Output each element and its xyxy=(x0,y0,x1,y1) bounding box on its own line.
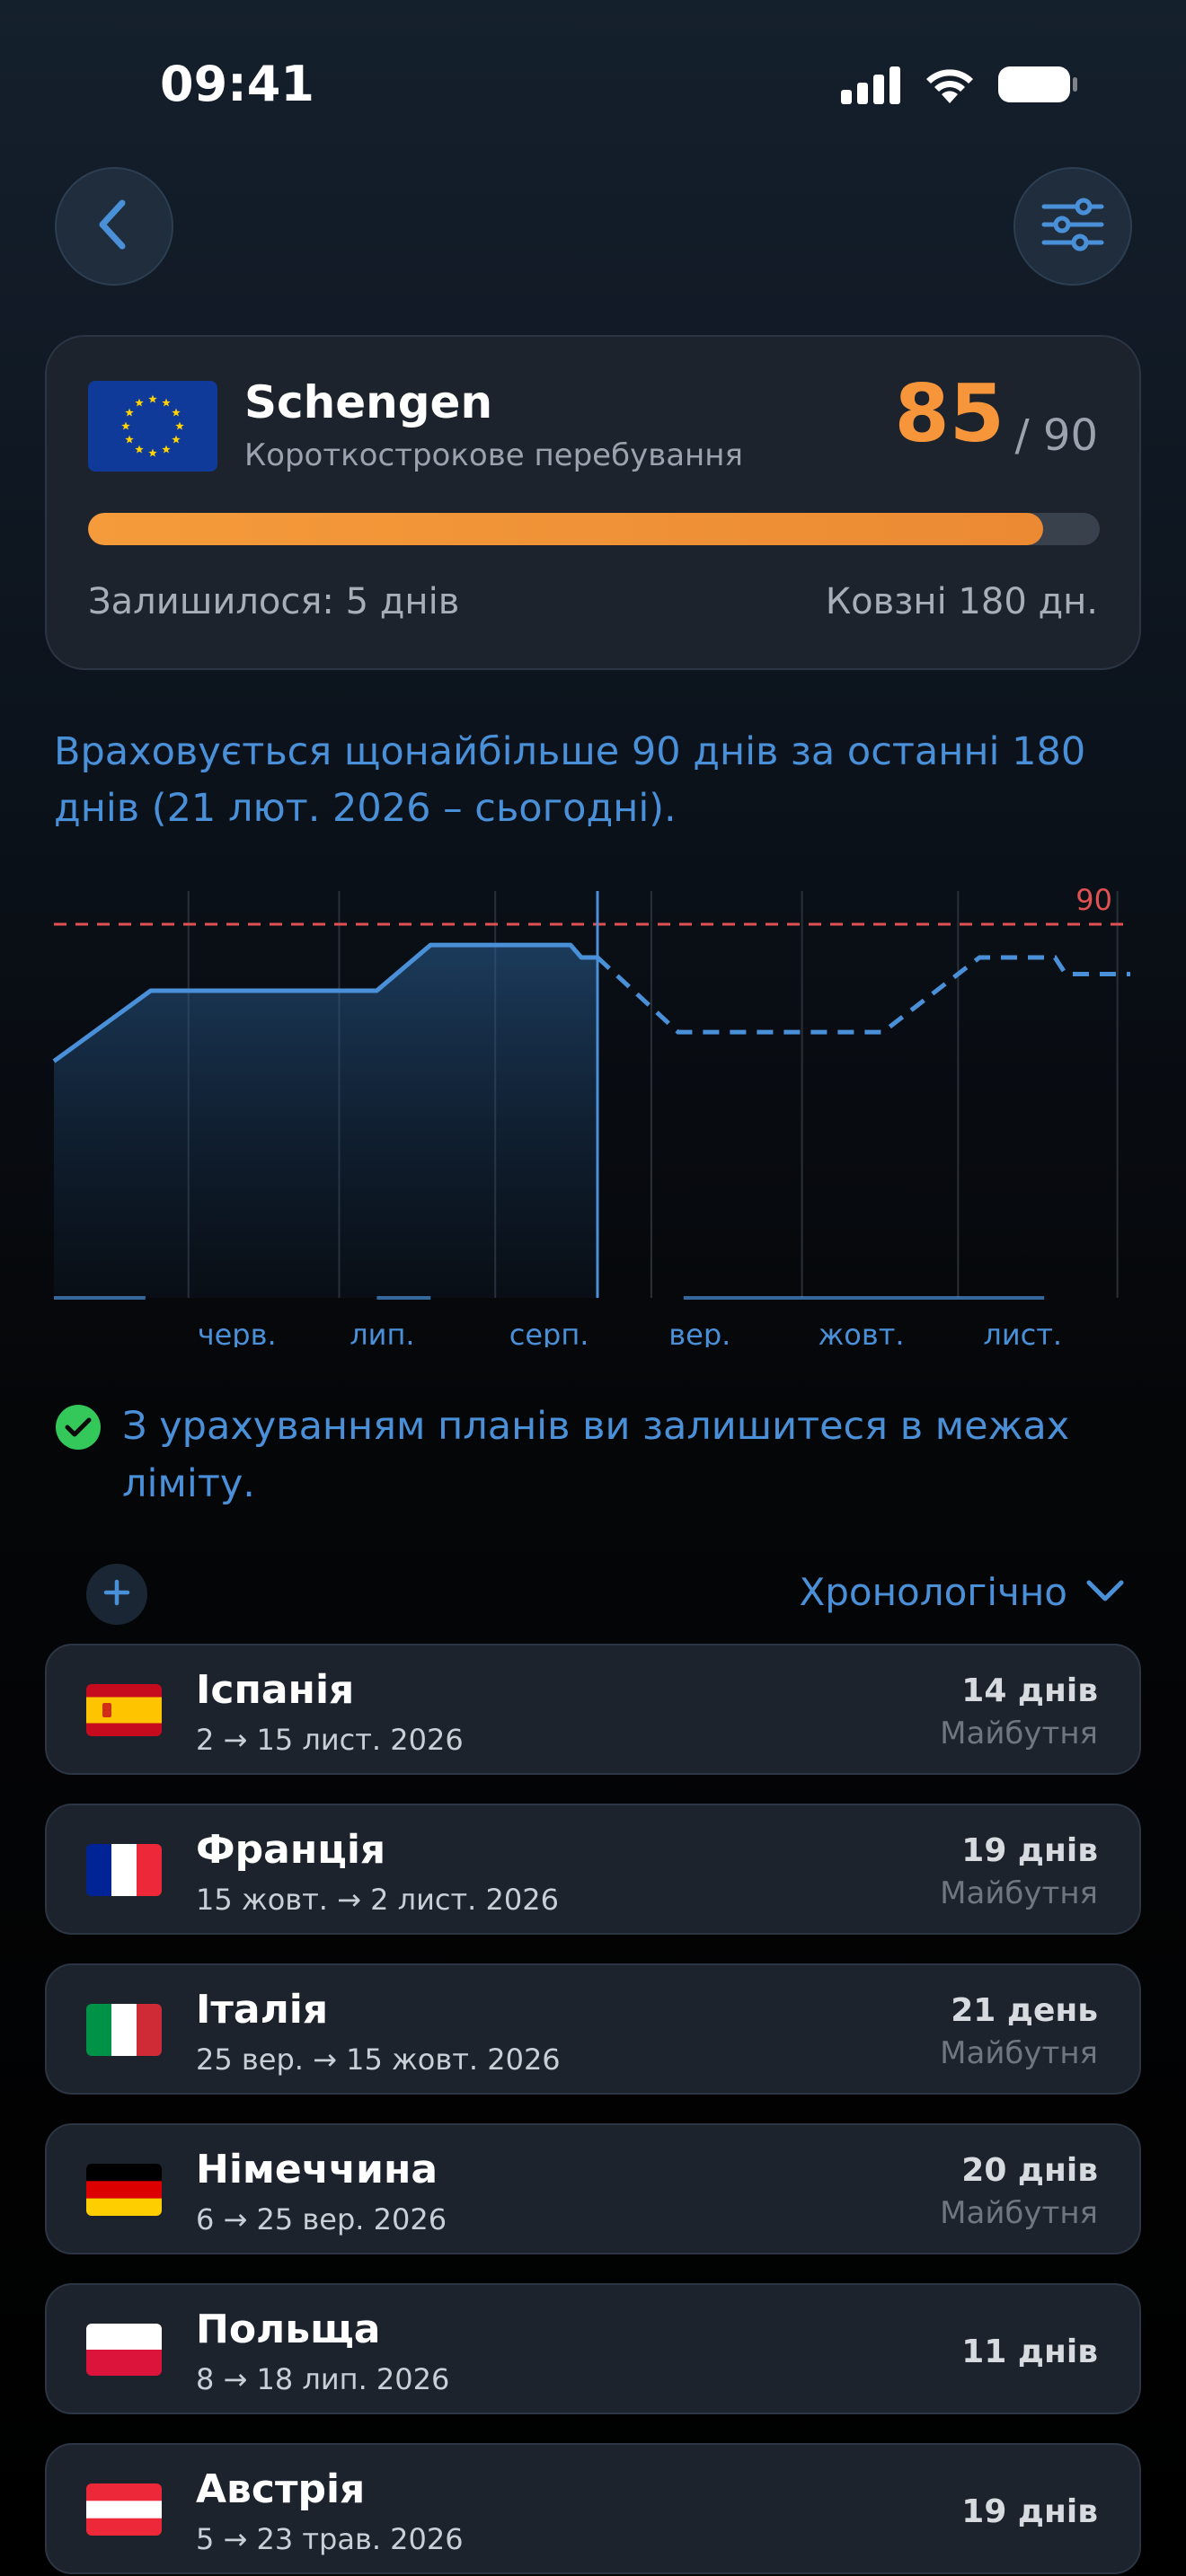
trip-country: Німеччина xyxy=(196,2147,438,2192)
eu-flag-icon xyxy=(88,381,217,472)
zone-name: Schengen xyxy=(244,376,493,428)
rolling-window: Ковзні 180 дн. xyxy=(825,581,1098,622)
trip-days: 11 днів xyxy=(961,2333,1098,2370)
chart-x-tick-label: жовт. xyxy=(818,1318,904,1347)
status-bar: 09:41 xyxy=(0,0,1186,171)
trip-status: Майбутня xyxy=(940,2195,1098,2231)
status-icons xyxy=(841,65,1078,108)
trip-card[interactable]: Польща 8 → 18 лип. 2026 11 днів xyxy=(45,2283,1141,2414)
chart-series-planned xyxy=(596,955,1130,1035)
trip-dates: 15 жовт. → 2 лист. 2026 xyxy=(196,1883,559,1917)
back-button[interactable] xyxy=(55,167,173,286)
filter-button[interactable] xyxy=(1013,167,1132,286)
germany-flag-icon xyxy=(86,2164,162,2216)
austria-flag-icon xyxy=(86,2483,162,2536)
eu-star xyxy=(148,448,157,457)
sliders-icon xyxy=(1040,196,1105,257)
eu-star xyxy=(148,394,157,403)
trip-country: Франція xyxy=(196,1827,386,1873)
eu-star xyxy=(162,398,171,407)
chart-x-tick-label: черв. xyxy=(198,1318,277,1347)
eu-star xyxy=(125,408,134,417)
chart-x-tick-label: вер. xyxy=(668,1318,730,1347)
trip-days: 19 днів xyxy=(961,2493,1098,2530)
plan-status-text: З урахуванням планів ви залишитеся в меж… xyxy=(122,1404,1070,1506)
days-used: 85 xyxy=(894,367,1005,460)
trip-days: 20 днів xyxy=(961,2152,1098,2189)
trip-status: Майбутня xyxy=(940,1875,1098,1911)
chevron-down-icon xyxy=(1085,1578,1125,1607)
eu-star xyxy=(172,435,181,444)
italy-flag-icon xyxy=(86,2004,162,2056)
eu-star xyxy=(135,445,144,454)
poland-flag-icon xyxy=(86,2324,162,2376)
trip-country: Австрія xyxy=(196,2466,366,2512)
days-progress-fill xyxy=(88,513,1043,545)
days-chart: 90 черв. лип. серп. вер. жовт. лист. xyxy=(0,880,1186,1352)
chart-x-tick-label: лист. xyxy=(983,1318,1062,1347)
eu-star xyxy=(125,435,134,444)
trip-card[interactable]: Австрія 5 → 23 трав. 2026 19 днів xyxy=(45,2443,1141,2574)
battery-icon xyxy=(997,64,1078,109)
checkmark-circle-icon xyxy=(56,1405,101,1450)
sort-selector[interactable]: Хронологічно xyxy=(799,1570,1125,1614)
trip-days: 21 день xyxy=(951,1992,1098,2029)
spain-flag-icon xyxy=(86,1684,162,1736)
eu-star xyxy=(162,445,171,454)
wifi-icon xyxy=(922,64,978,109)
eu-star xyxy=(121,421,130,430)
trip-dates: 5 → 23 трав. 2026 xyxy=(196,2522,464,2556)
trip-status: Майбутня xyxy=(940,2035,1098,2071)
chart-limit-label: 90 xyxy=(1075,883,1112,917)
days-limit: / 90 xyxy=(1014,410,1098,461)
chart-area xyxy=(54,945,597,1298)
chart-x-tick-label: лип. xyxy=(350,1318,414,1347)
trip-status: Майбутня xyxy=(940,1716,1098,1751)
add-trip-button[interactable] xyxy=(86,1564,147,1625)
trip-card[interactable]: Іспанія 2 → 15 лист. 2026 14 днів Майбутня xyxy=(45,1644,1141,1775)
trip-card[interactable]: Німеччина 6 → 25 вер. 2026 20 днів Майбутня xyxy=(45,2123,1141,2254)
trip-dates: 6 → 25 вер. 2026 xyxy=(196,2202,447,2236)
sort-label: Хронологічно xyxy=(799,1570,1067,1614)
trip-country: Польща xyxy=(196,2307,381,2352)
status-time: 09:41 xyxy=(160,56,314,112)
trip-days: 14 днів xyxy=(961,1672,1098,1709)
trip-dates: 8 → 18 лип. 2026 xyxy=(196,2362,450,2396)
zone-subtitle: Короткострокове перебування xyxy=(244,437,743,473)
chart-x-tick-label: серп. xyxy=(509,1318,589,1347)
days-chart-svg: 90 черв. лип. серп. вер. жовт. лист. xyxy=(52,883,1130,1352)
trip-dates: 25 вер. → 15 жовт. 2026 xyxy=(196,2042,561,2077)
trip-dates: 2 → 15 лист. 2026 xyxy=(196,1723,464,1757)
trip-days: 19 днів xyxy=(961,1832,1098,1869)
eu-star xyxy=(135,398,144,407)
remaining-days: Залишилося: 5 днів xyxy=(88,581,460,622)
cellular-signal-icon xyxy=(841,65,902,108)
days-progress-bar xyxy=(88,513,1100,545)
eu-star xyxy=(172,408,181,417)
trip-country: Іспанія xyxy=(196,1667,355,1713)
france-flag-icon xyxy=(86,1844,162,1896)
trip-country: Італія xyxy=(196,1987,329,2033)
plus-icon xyxy=(103,1579,130,1610)
trip-card[interactable]: Італія 25 вер. → 15 жовт. 2026 21 день Майб… xyxy=(45,1963,1141,2095)
chevron-left-icon xyxy=(92,198,137,255)
eu-star xyxy=(175,421,184,430)
rule-description: Враховується щонайбільше 90 днів за оста… xyxy=(54,729,1086,831)
schengen-summary-card[interactable]: Schengen Короткострокове перебування 85 … xyxy=(45,335,1141,670)
trip-card[interactable]: Франція 15 жовт. → 2 лист. 2026 19 днів Май… xyxy=(45,1804,1141,1935)
